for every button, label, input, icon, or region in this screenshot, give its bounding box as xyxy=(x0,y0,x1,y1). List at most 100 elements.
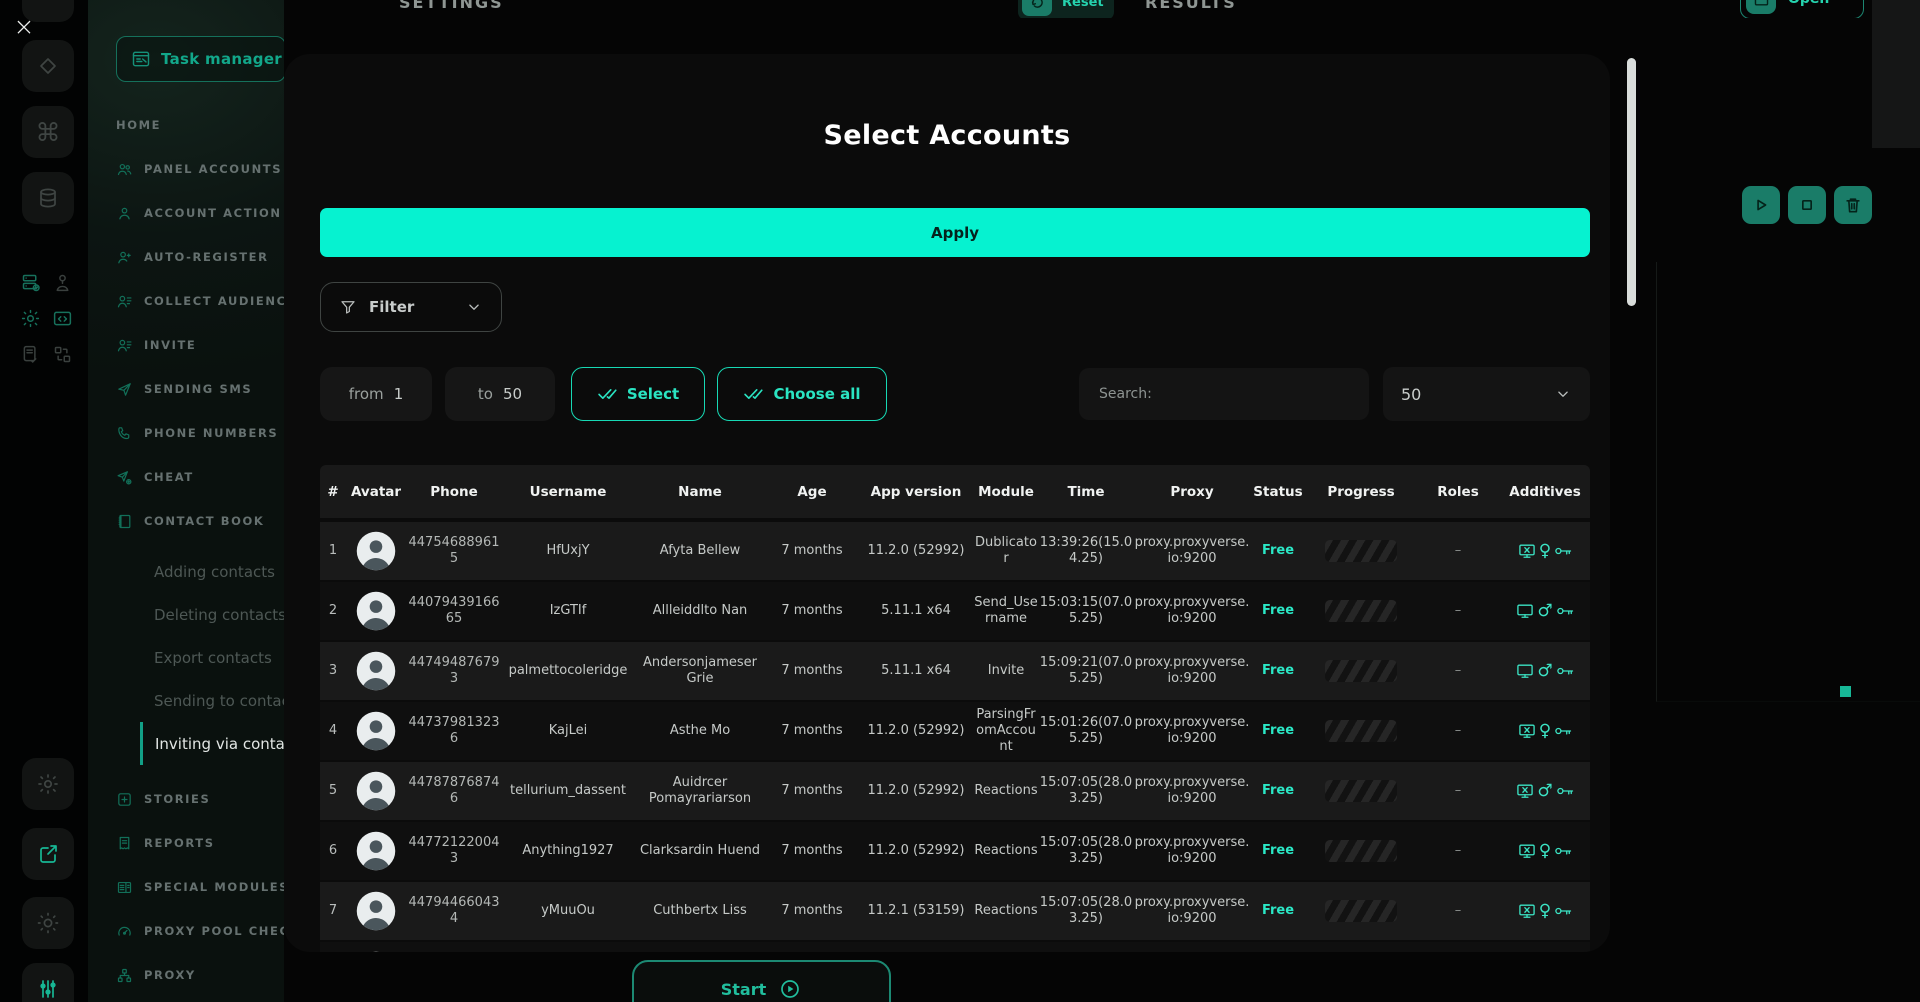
rail-button-database[interactable] xyxy=(22,172,74,224)
person-plus-icon xyxy=(116,249,133,266)
key-icon xyxy=(1555,781,1575,801)
task-manager-label: Task manager xyxy=(161,50,282,68)
rail-mini-server-check[interactable] xyxy=(20,272,41,293)
choose-all-button[interactable]: Choose all xyxy=(717,367,887,421)
progress-bar xyxy=(1325,540,1397,562)
trash-button[interactable] xyxy=(1834,186,1872,224)
close-icon[interactable]: × xyxy=(0,8,48,44)
cell-module: Send_Username xyxy=(974,595,1038,628)
rail-mini-doc-check[interactable] xyxy=(20,344,41,365)
submenu-item-inviting-via-contacts[interactable]: Inviting via contacts xyxy=(140,722,284,765)
plus-square-icon xyxy=(116,791,133,808)
table-row[interactable]: 8 44746650553unsaturationamaReactions15:… xyxy=(320,942,1590,952)
play-button[interactable] xyxy=(1742,186,1780,224)
table-row[interactable]: 3 447494876793palmettocoleridgeAndersonj… xyxy=(320,642,1590,702)
table-row[interactable]: 5 447878768746tellurium_dassentAuidrcer … xyxy=(320,762,1590,822)
table-row[interactable]: 6 447721220043Anything1927Clarksardin Hu… xyxy=(320,822,1590,882)
rail-mini-code-window[interactable] xyxy=(52,308,73,329)
page-size-select[interactable]: 50 xyxy=(1383,367,1590,421)
table-header: #AvatarPhoneUsernameNameAgeApp versionMo… xyxy=(320,465,1590,518)
sliders-icon xyxy=(36,977,60,1001)
sidebar-item-contact-book[interactable]: CONTACT BOOK xyxy=(96,499,284,543)
rail-button-gear[interactable] xyxy=(22,758,74,810)
cell-module: ParsingFromAccount xyxy=(974,707,1038,756)
paper-plane-icon xyxy=(116,381,133,398)
avatar xyxy=(355,950,397,952)
cell-number: 3 xyxy=(320,663,346,679)
sidebar-item-invite[interactable]: INVITE xyxy=(96,323,284,367)
sidebar-item-sending-sms[interactable]: SENDING SMS xyxy=(96,367,284,411)
rail-mini-id-card[interactable] xyxy=(52,272,73,293)
from-input[interactable]: from 1 xyxy=(320,367,432,421)
results-heading: RESULTS xyxy=(1145,0,1245,13)
avatar xyxy=(355,710,397,752)
open-label: Open xyxy=(1788,0,1829,7)
cell-module: Dublicator xyxy=(974,535,1038,568)
rail-mini-gear[interactable] xyxy=(20,308,41,329)
column-header-app-version: App version xyxy=(858,484,974,500)
play-circle-icon xyxy=(778,977,802,1001)
gear-icon xyxy=(36,772,60,796)
stop-button[interactable] xyxy=(1788,186,1826,224)
sidebar-item-collect-audience[interactable]: COLLECT AUDIENCE xyxy=(96,279,284,323)
to-input[interactable]: to 50 xyxy=(445,367,555,421)
sidebar-item-cheat[interactable]: CHEAT xyxy=(96,455,284,499)
submenu-item-deleting-contacts[interactable]: Deleting contacts xyxy=(140,593,284,636)
rail-mini-swap[interactable] xyxy=(52,344,73,365)
nav-label: PANEL ACCOUNTS xyxy=(144,162,282,176)
rail-button-brightness[interactable] xyxy=(22,897,74,949)
sidebar-item-auto-register[interactable]: AUTO-REGISTER xyxy=(96,235,284,279)
avatar xyxy=(355,650,397,692)
open-button[interactable]: Open xyxy=(1740,0,1864,18)
apply-button[interactable]: Apply xyxy=(320,208,1590,257)
sidebar-item-stories[interactable]: STORIES xyxy=(96,777,284,821)
search-input[interactable] xyxy=(1079,368,1369,420)
cell-roles: – xyxy=(1416,903,1500,919)
filter-button[interactable]: Filter xyxy=(320,282,502,332)
table-row[interactable]: 7 447944660434yMuuOuCuthbertx Liss7 mont… xyxy=(320,882,1590,942)
settings-heading: SETTINGS xyxy=(399,0,509,13)
submenu-item-adding-contacts[interactable]: Adding contacts xyxy=(140,550,284,593)
table-row[interactable]: 1 447546889615HfUxjYAfyta Bellew7 months… xyxy=(320,522,1590,582)
submenu-item-export-contacts[interactable]: Export contacts xyxy=(140,636,284,679)
resize-handle[interactable] xyxy=(1840,686,1851,697)
female-icon: ♀ xyxy=(1539,543,1551,560)
rail-button-external-link[interactable] xyxy=(22,828,74,880)
plane-plus-icon xyxy=(116,469,133,486)
sidebar-item-home[interactable]: HOME xyxy=(96,103,284,147)
sidebar-item-special-modules[interactable]: SPECIAL MODULES xyxy=(96,865,284,909)
sidebar-item-phone-numbers[interactable]: PHONE NUMBERS xyxy=(96,411,284,455)
start-button[interactable]: Start xyxy=(632,960,891,1002)
submenu-item-sending-to-contacts[interactable]: Sending to contacts xyxy=(140,679,284,722)
progress-bar xyxy=(1325,780,1397,802)
sidebar-item-proxy[interactable]: PROXY xyxy=(96,953,284,997)
sidebar-item-proxy-pool-check[interactable]: PROXY POOL CHECK xyxy=(96,909,284,953)
id-card-icon xyxy=(52,272,73,293)
male-icon: ♂ xyxy=(1537,663,1552,680)
select-button[interactable]: Select xyxy=(571,367,705,421)
table-row[interactable]: 2 4407943916665IzGTIfAllleiddlto Nan7 mo… xyxy=(320,582,1590,642)
sidebar-item-reports[interactable]: REPORTS xyxy=(96,821,284,865)
rail-button-sliders[interactable] xyxy=(22,963,74,1002)
cell-proxy: proxy.proxyverse.io:9200 xyxy=(1134,595,1250,628)
modal-scrollbar-thumb[interactable] xyxy=(1627,58,1636,306)
app-window: ⌘ Task manager HOME PANEL ACCOUNTS ACCOUNT… xyxy=(0,0,1920,1002)
monitor-x-icon xyxy=(1517,901,1537,921)
nav-label: CONTACT BOOK xyxy=(144,514,264,528)
cell-additives: ♂ xyxy=(1500,781,1590,801)
sidebar-item-panel-accounts[interactable]: PANEL ACCOUNTS xyxy=(96,147,284,191)
person-lines-icon xyxy=(116,293,133,310)
table-row[interactable]: 4 447379813236KajLeiAsthe Mo7 months11.2… xyxy=(320,702,1590,762)
rail-button-command[interactable]: ⌘ xyxy=(22,106,74,158)
reset-button[interactable]: Reset xyxy=(1018,0,1114,18)
reset-button-clip: Reset xyxy=(1018,0,1114,18)
cell-avatar xyxy=(346,530,406,572)
cell-progress xyxy=(1306,660,1416,682)
rail-button-diamond[interactable] xyxy=(22,40,74,92)
choose-all-label: Choose all xyxy=(773,385,860,403)
from-label: from xyxy=(349,385,384,403)
task-manager-button[interactable]: Task manager xyxy=(116,36,284,82)
cell-phone: 447379813236 xyxy=(406,715,502,748)
sidebar-item-account-action[interactable]: ACCOUNT ACTION xyxy=(96,191,284,235)
cell-app-version: 11.2.0 (52992) xyxy=(858,783,974,799)
